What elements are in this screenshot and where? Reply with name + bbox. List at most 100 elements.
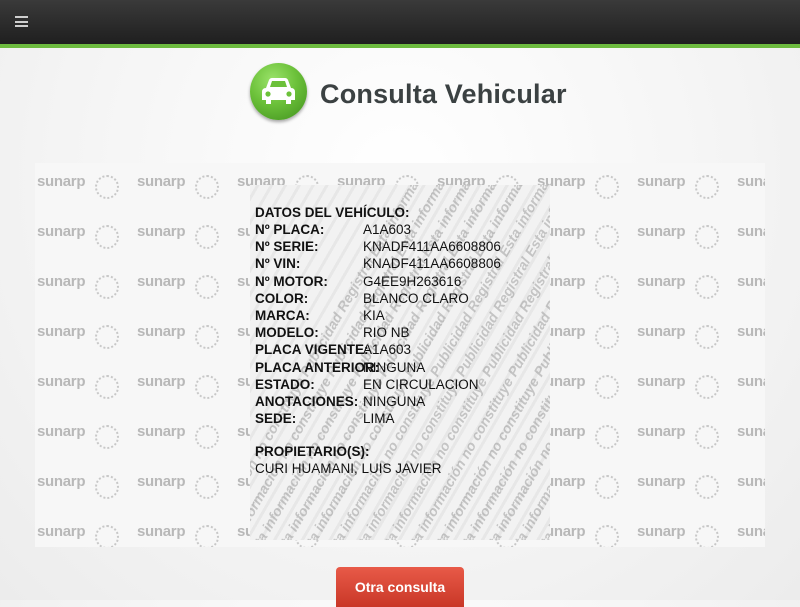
vehicle-data: DATOS DEL VEHÍCULO: Nº PLACA: A1A603 Nº SE… bbox=[255, 205, 555, 477]
field-value: A1A603 bbox=[363, 342, 412, 358]
sunarp-logo-text: sunarp bbox=[737, 323, 765, 340]
sunarp-logo-text: sunarp bbox=[637, 323, 686, 340]
sun-logo-icon bbox=[695, 425, 719, 449]
sun-logo-icon bbox=[195, 275, 219, 299]
owner-value: CURI HUAMANI, LUIS JAVIER bbox=[255, 461, 442, 477]
vehicle-field-row: ANOTACIONES: NINGUNA bbox=[255, 393, 555, 410]
sunarp-logo-watermark: sunarp bbox=[637, 223, 737, 273]
field-label: Nº PLACA: bbox=[255, 222, 325, 237]
sun-logo-icon bbox=[595, 525, 619, 547]
sunarp-logo-watermark: sunarp bbox=[37, 273, 137, 323]
field-value: EN CIRCULACION bbox=[363, 376, 479, 392]
sunarp-logo-text: sunarp bbox=[137, 523, 186, 540]
sunarp-logo-watermark: sunarp bbox=[37, 223, 137, 273]
sunarp-logo-text: sunarp bbox=[637, 373, 686, 390]
sunarp-logo-text: sunarp bbox=[37, 323, 86, 340]
top-navbar bbox=[0, 0, 800, 48]
brand-header: Consulta Vehicular bbox=[250, 63, 570, 123]
field-label: COLOR: bbox=[255, 290, 309, 306]
sun-logo-icon bbox=[695, 375, 719, 399]
sunarp-logo-watermark: sunarp bbox=[637, 523, 737, 547]
field-label: Nº SERIE: bbox=[255, 239, 319, 255]
sunarp-logo-watermark: sunarp bbox=[537, 523, 637, 547]
vehicle-field-row: Nº MOTOR: G4EE9H263616 bbox=[255, 273, 555, 290]
field-label: ESTADO: bbox=[255, 376, 315, 392]
sun-logo-icon bbox=[95, 475, 119, 499]
sunarp-logo-text: sunarp bbox=[737, 523, 765, 540]
sun-logo-icon bbox=[195, 475, 219, 499]
sun-logo-icon bbox=[95, 175, 119, 199]
hamburger-icon[interactable] bbox=[15, 16, 28, 27]
sunarp-logo-text: sunarp bbox=[137, 173, 186, 190]
sun-logo-icon bbox=[695, 175, 719, 199]
sunarp-logo-text: sunarp bbox=[737, 273, 765, 290]
field-value: KIA bbox=[363, 307, 385, 323]
sunarp-logo-text: sunarp bbox=[637, 273, 686, 290]
sun-logo-icon bbox=[695, 525, 719, 547]
sunarp-logo-watermark: sunarp bbox=[637, 373, 737, 423]
sun-logo-icon bbox=[595, 225, 619, 249]
sun-logo-icon bbox=[195, 175, 219, 199]
field-label: PLACA VIGENTE: bbox=[255, 342, 369, 358]
sunarp-logo-watermark: sunarp bbox=[637, 473, 737, 523]
sunarp-logo-text: sunarp bbox=[137, 223, 186, 240]
sunarp-logo-text: sunarp bbox=[737, 373, 765, 390]
owner-label: PROPIETARIO(S): bbox=[255, 444, 370, 460]
sunarp-logo-text: sunarp bbox=[637, 223, 686, 240]
field-value: RIO NB bbox=[363, 325, 410, 341]
sunarp-logo-watermark: sunarp bbox=[637, 173, 737, 223]
sunarp-logo-text: sunarp bbox=[37, 173, 86, 190]
sunarp-logo-text: sunarp bbox=[37, 473, 86, 490]
sun-logo-icon bbox=[195, 525, 219, 547]
sunarp-logo-watermark: sunarp bbox=[137, 223, 237, 273]
sunarp-logo-watermark: sunarp bbox=[737, 223, 765, 273]
sunarp-logo-watermark: sunarp bbox=[637, 273, 737, 323]
field-value: BLANCO CLARO bbox=[363, 290, 469, 306]
sunarp-logo-text: sunarp bbox=[137, 323, 186, 340]
sunarp-logo-text: sunarp bbox=[637, 173, 686, 190]
sunarp-logo-watermark: sunarp bbox=[637, 423, 737, 473]
sun-logo-icon bbox=[95, 225, 119, 249]
sunarp-logo-watermark: sunarp bbox=[37, 473, 137, 523]
sun-logo-icon bbox=[595, 475, 619, 499]
sun-logo-icon bbox=[195, 225, 219, 249]
sun-logo-icon bbox=[195, 375, 219, 399]
sunarp-logo-text: sunarp bbox=[637, 423, 686, 440]
field-value: NINGUNA bbox=[363, 359, 426, 375]
field-label: SEDE: bbox=[255, 411, 297, 427]
sunarp-logo-text: sunarp bbox=[637, 473, 686, 490]
sunarp-logo-watermark: sunarp bbox=[737, 323, 765, 373]
field-label: MODELO: bbox=[255, 325, 319, 341]
vehicle-field-row: ESTADO: EN CIRCULACION bbox=[255, 376, 555, 393]
field-value: KNADF411AA6608806 bbox=[363, 239, 501, 255]
sunarp-logo-text: sunarp bbox=[737, 173, 765, 190]
section-title: DATOS DEL VEHÍCULO: bbox=[255, 205, 410, 220]
sunarp-logo-text: sunarp bbox=[37, 273, 86, 290]
sun-logo-icon bbox=[595, 275, 619, 299]
sunarp-logo-text: sunarp bbox=[737, 223, 765, 240]
vehicle-field-row: PLACA VIGENTE: A1A603 bbox=[255, 341, 555, 358]
sun-logo-icon bbox=[95, 375, 119, 399]
sun-logo-icon bbox=[595, 375, 619, 399]
vehicle-field-row: Nº SERIE: KNADF411AA6608806 bbox=[255, 238, 555, 255]
car-icon bbox=[250, 63, 307, 120]
page-title: Consulta Vehicular bbox=[320, 79, 567, 109]
sunarp-logo-watermark: sunarp bbox=[737, 173, 765, 223]
field-value: NINGUNA bbox=[363, 393, 426, 409]
another-query-button[interactable]: Otra consulta bbox=[336, 567, 464, 607]
sunarp-logo-text: sunarp bbox=[137, 473, 186, 490]
field-label: Nº MOTOR: bbox=[255, 273, 328, 289]
vehicle-field-row: SEDE: LIMA bbox=[255, 410, 555, 427]
sun-logo-icon bbox=[695, 275, 719, 299]
sunarp-logo-watermark: sunarp bbox=[37, 423, 137, 473]
sun-logo-icon bbox=[195, 425, 219, 449]
sunarp-logo-watermark: sunarp bbox=[137, 523, 237, 547]
field-value: LIMA bbox=[363, 411, 395, 427]
sunarp-logo-watermark: sunarp bbox=[37, 323, 137, 373]
sunarp-logo-text: sunarp bbox=[37, 223, 86, 240]
sunarp-logo-text: sunarp bbox=[637, 523, 686, 540]
sunarp-logo-text: sunarp bbox=[137, 373, 186, 390]
sunarp-logo-text: sunarp bbox=[137, 423, 186, 440]
vehicle-field-row: Nº PLACA: A1A603 bbox=[255, 221, 555, 238]
field-label: MARCA: bbox=[255, 307, 310, 323]
